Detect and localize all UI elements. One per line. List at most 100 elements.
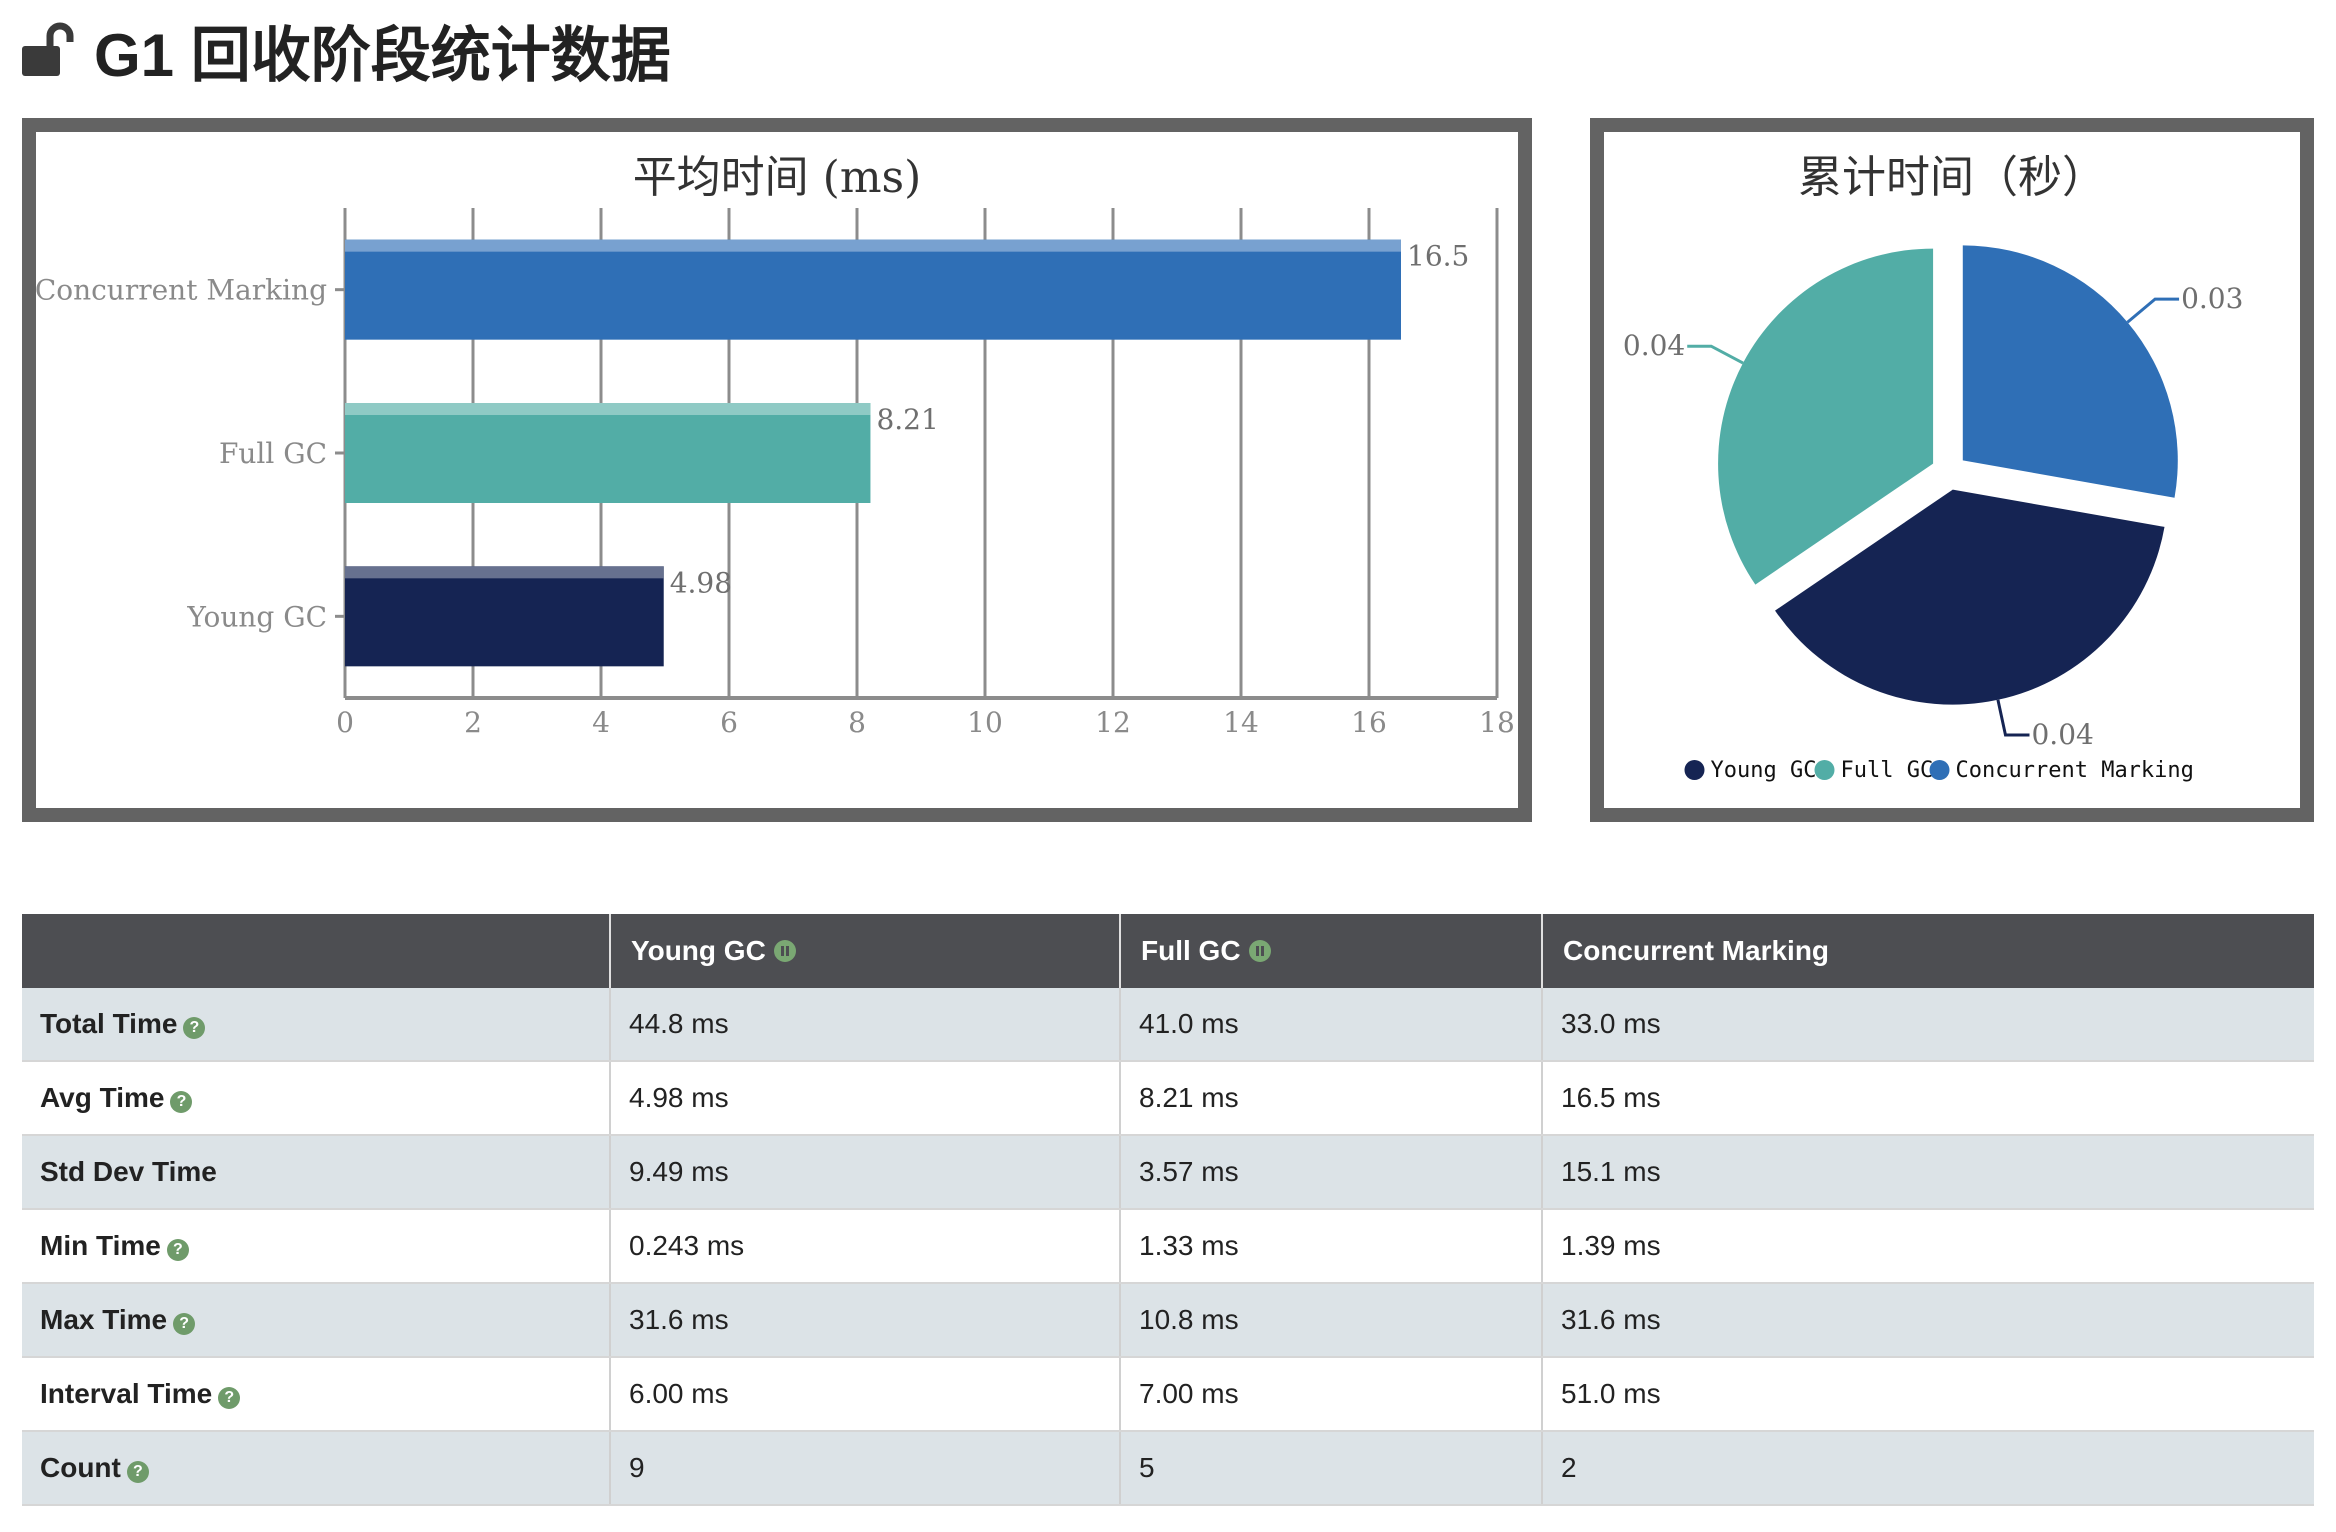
avg-time-bar-chart: 平均时间 (ms) 0 2 4 6 8 10 12 14 16 18 Concurrent Marki… xyxy=(36,152,1515,739)
unlocked-padlock-icon[interactable] xyxy=(20,20,80,80)
x-tick-label: 4 xyxy=(592,706,610,739)
bar-value-label: 4.98 xyxy=(670,566,732,599)
column-header xyxy=(22,914,611,988)
table-cell: 8.21 ms xyxy=(1120,1061,1543,1136)
row-label: Total Time xyxy=(40,1008,178,1039)
table-cell: 31.6 ms xyxy=(610,1283,1121,1358)
x-tick-label: 18 xyxy=(1479,706,1515,739)
bar-full-gc[interactable] xyxy=(345,403,871,503)
table-cell: 1.39 ms xyxy=(1542,1209,2314,1284)
table-row: Std Dev Time 9.49 ms 3.57 ms 15.1 ms xyxy=(22,1135,2314,1210)
bar-concurrent-marking[interactable] xyxy=(345,239,1401,340)
table-cell: 44.8 ms xyxy=(610,988,1121,1062)
table-cell: 33.0 ms xyxy=(1542,988,2314,1062)
bar-highlight xyxy=(345,239,1401,252)
legend-label: Full GC xyxy=(1841,758,1934,783)
bar-value-label: 16.5 xyxy=(1407,240,1469,273)
table-cell: 31.6 ms xyxy=(1542,1283,2314,1358)
page-title: G1 回收阶段统计数据 xyxy=(94,21,671,89)
legend-swatch xyxy=(1814,760,1835,780)
y-category-label: Concurrent Marking xyxy=(36,274,327,307)
help-icon[interactable]: ? xyxy=(126,1461,149,1483)
total-time-pie-chart: 累计时间（秒） 0.04 0.04 0.03 Young GC Full GC Concur… xyxy=(1623,152,2244,783)
legend-item-young-gc[interactable]: Young GC xyxy=(1684,758,1817,783)
table-cell: 1.33 ms xyxy=(1120,1209,1543,1284)
row-label-cell: Avg Time? xyxy=(22,1061,611,1136)
row-label: Interval Time xyxy=(40,1378,213,1409)
pie-leader-line xyxy=(1996,699,2030,737)
table-row: Total Time? 44.8 ms 41.0 ms 33.0 ms xyxy=(22,988,2314,1062)
bar-highlight xyxy=(345,566,664,579)
legend-item-full-gc[interactable]: Full GC xyxy=(1814,758,1934,783)
table-row: Interval Time? 6.00 ms 7.00 ms 51.0 ms xyxy=(22,1357,2314,1432)
bar-value-label: 8.21 xyxy=(876,403,938,436)
row-label: Min Time xyxy=(40,1230,161,1261)
row-label: Avg Time xyxy=(40,1082,165,1113)
help-icon[interactable]: ? xyxy=(218,1387,241,1409)
help-icon[interactable]: ? xyxy=(183,1017,206,1039)
x-tick-label: 12 xyxy=(1095,706,1131,739)
legend-label: Concurrent Marking xyxy=(1956,758,2194,783)
pause-icon[interactable] xyxy=(1248,940,1271,962)
bar-young-gc[interactable] xyxy=(345,566,664,667)
x-tick-label: 10 xyxy=(967,706,1003,739)
total-time-pie-chart-panel: 累计时间（秒） 0.04 0.04 0.03 Young GC Full GC Concur… xyxy=(1590,118,2314,822)
pie-slice-concurrent-marking[interactable] xyxy=(1962,245,2178,498)
table-cell: 6.00 ms xyxy=(610,1357,1121,1432)
table-cell: 51.0 ms xyxy=(1542,1357,2314,1432)
table-cell: 2 xyxy=(1542,1431,2314,1506)
help-icon[interactable]: ? xyxy=(173,1313,196,1335)
row-label: Max Time xyxy=(40,1304,168,1335)
row-label-cell: Max Time? xyxy=(22,1283,611,1358)
table-cell: 10.8 ms xyxy=(1120,1283,1543,1358)
table-cell: 15.1 ms xyxy=(1542,1135,2314,1210)
column-header[interactable]: Full GC xyxy=(1120,914,1543,988)
pie-value-label: 0.04 xyxy=(2031,718,2093,751)
x-tick-label: 14 xyxy=(1223,706,1259,739)
column-header[interactable]: Young GC xyxy=(610,914,1121,988)
bar-highlight xyxy=(345,403,871,415)
legend-swatch xyxy=(1684,760,1705,780)
y-category-label: Full GC xyxy=(219,437,327,470)
row-label-cell: Std Dev Time xyxy=(22,1135,611,1210)
x-tick-label: 8 xyxy=(848,706,866,739)
row-label-cell: Total Time? xyxy=(22,988,611,1062)
bar-body xyxy=(345,239,1401,340)
table-cell: 3.57 ms xyxy=(1120,1135,1543,1210)
bar-chart-title: 平均时间 (ms) xyxy=(633,152,922,203)
bar-body xyxy=(345,566,664,667)
pie-chart-title: 累计时间（秒） xyxy=(1798,152,2106,203)
page-header: G1 回收阶段统计数据 xyxy=(20,10,671,90)
column-header-label: Concurrent Marking xyxy=(1563,935,1830,966)
column-header-label: Full GC xyxy=(1141,935,1241,966)
y-category-label: Young GC xyxy=(186,600,327,633)
legend-label: Young GC xyxy=(1711,758,1817,783)
table-cell: 9 xyxy=(610,1431,1121,1506)
pause-icon[interactable] xyxy=(773,940,796,962)
legend-swatch xyxy=(1929,760,1950,780)
table-cell: 16.5 ms xyxy=(1542,1061,2314,1136)
table-header-row: Young GC Full GC Concurrent Marking xyxy=(22,914,2314,988)
table-row: Min Time? 0.243 ms 1.33 ms 1.39 ms xyxy=(22,1209,2314,1284)
pie-leader-line xyxy=(2126,297,2180,324)
x-tick-label: 6 xyxy=(720,706,738,739)
help-icon[interactable]: ? xyxy=(170,1091,193,1113)
table-cell: 41.0 ms xyxy=(1120,988,1543,1062)
table-row: Avg Time? 4.98 ms 8.21 ms 16.5 ms xyxy=(22,1061,2314,1136)
bar-body xyxy=(345,403,871,503)
row-label: Std Dev Time xyxy=(40,1156,217,1187)
table-row: Count? 9 5 2 xyxy=(22,1431,2314,1506)
legend-item-concurrent-marking[interactable]: Concurrent Marking xyxy=(1929,758,2194,783)
column-header[interactable]: Concurrent Marking xyxy=(1542,914,2314,988)
x-tick-label: 2 xyxy=(464,706,482,739)
row-label-cell: Count? xyxy=(22,1431,611,1506)
help-icon[interactable]: ? xyxy=(166,1239,189,1261)
gc-phase-stats-table: Young GC Full GC Concurrent Marking Total … xyxy=(22,914,2314,1506)
table-cell: 5 xyxy=(1120,1431,1543,1506)
pie-value-label: 0.03 xyxy=(2181,282,2243,315)
x-tick-label: 16 xyxy=(1351,706,1387,739)
table-cell: 7.00 ms xyxy=(1120,1357,1543,1432)
row-label: Count xyxy=(40,1452,121,1483)
column-header-label: Young GC xyxy=(631,935,766,966)
pie-leader-line xyxy=(1687,344,1744,365)
